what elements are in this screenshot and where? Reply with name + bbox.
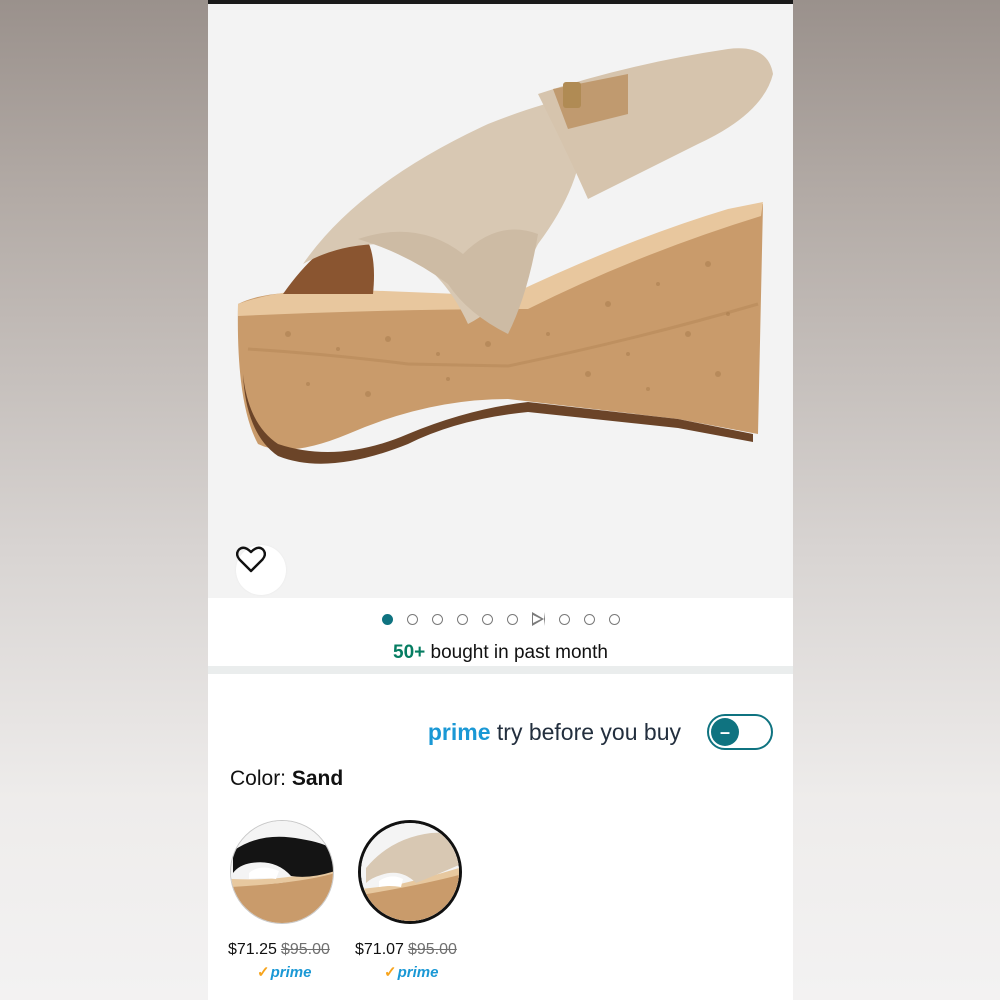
pagination-dot[interactable] <box>456 613 468 625</box>
black-sandal-thumbnail <box>231 821 333 923</box>
prime-badge-text: prime <box>270 964 312 981</box>
swatch-price-sand: $71.07 $95.00 <box>355 941 457 959</box>
bought-in-past-month: 50+ bought in past month <box>208 642 793 664</box>
pagination-dot[interactable] <box>583 613 595 625</box>
product-image[interactable] <box>208 4 793 598</box>
pagination-dot-active[interactable] <box>381 613 393 625</box>
toggle-minus-icon: – <box>711 718 739 746</box>
pagination-dot[interactable] <box>431 613 443 625</box>
prime-badge-text: prime <box>397 964 439 981</box>
wishlist-button[interactable] <box>236 545 286 595</box>
pagination-dot[interactable] <box>558 613 570 625</box>
color-label-prefix: Color: <box>230 767 292 790</box>
prime-badge: ✓prime <box>257 963 311 981</box>
video-play-icon[interactable] <box>531 612 545 626</box>
prime-try-before-you-buy: prime try before you buy – <box>428 712 773 752</box>
price-list: $95.00 <box>407 941 457 958</box>
section-divider <box>208 666 793 674</box>
sandal-illustration <box>237 48 773 464</box>
price-current: $71.07 <box>355 941 404 958</box>
bought-count: 50+ <box>393 642 426 663</box>
price-current: $71.25 <box>228 941 277 958</box>
background-right <box>793 0 1000 1000</box>
pagination-dot[interactable] <box>608 613 620 625</box>
price-list: $95.00 <box>280 941 330 958</box>
selected-color-value: Sand <box>291 767 344 790</box>
prime-check-icon: ✓ <box>384 964 397 981</box>
heart-icon <box>236 546 266 573</box>
color-selection-label: Color: Sand <box>230 767 343 791</box>
prime-check-icon: ✓ <box>257 964 270 981</box>
sand-sandal-thumbnail <box>361 823 459 921</box>
prime-try-label: prime try before you buy <box>428 719 681 746</box>
pagination-dot[interactable] <box>481 613 493 625</box>
try-before-you-buy-toggle[interactable]: – <box>707 714 773 750</box>
swatch-price-black: $71.25 $95.00 <box>228 941 330 959</box>
background-left <box>0 0 208 1000</box>
prime-badge: ✓prime <box>384 963 438 981</box>
color-swatch-sand[interactable] <box>358 820 462 924</box>
color-swatch-black[interactable] <box>230 820 334 924</box>
bought-text: bought in past month <box>425 642 608 663</box>
prime-logo-text: prime <box>427 718 491 745</box>
try-before-text: try before you buy <box>490 718 681 745</box>
pagination-dot[interactable] <box>506 613 518 625</box>
product-page: 50+ bought in past month prime try befor… <box>208 0 793 1000</box>
pagination-dot[interactable] <box>406 613 418 625</box>
image-pagination <box>208 608 793 630</box>
